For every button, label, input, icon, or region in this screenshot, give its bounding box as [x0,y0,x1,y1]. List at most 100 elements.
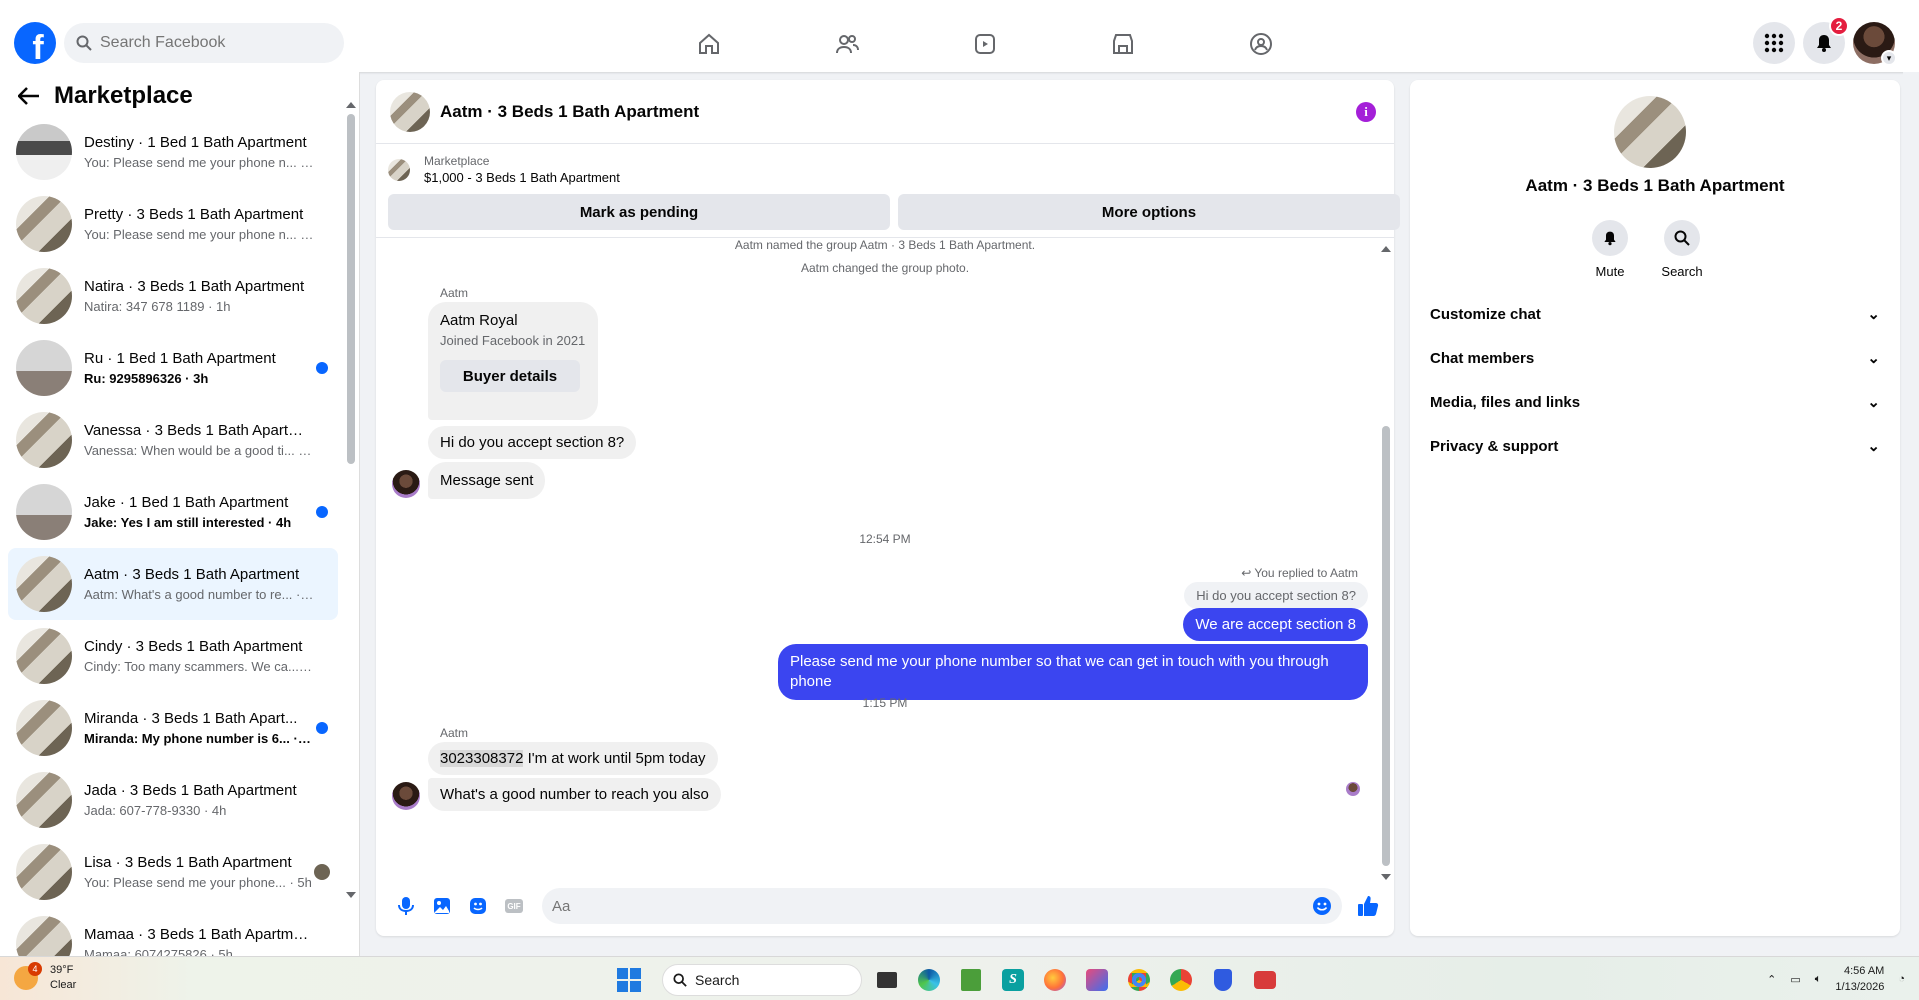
search-box[interactable] [64,23,344,63]
start-button[interactable] [612,963,646,997]
conversation-item[interactable]: Lisa · 3 Beds 1 Bath Apartment You: Pleas… [8,836,338,908]
message-composer: GIF [376,884,1394,928]
buyer-details-button[interactable]: Buyer details [440,360,580,392]
conversation-thumbnail [16,772,72,828]
facebook-logo[interactable]: f [14,22,56,64]
read-receipt-avatar [314,864,330,880]
notifications-button[interactable]: 2 [1803,16,1849,64]
taskbar-app-other[interactable] [1248,963,1282,997]
menu-button[interactable] [1753,22,1795,64]
nav-home[interactable] [640,16,778,72]
conversation-item[interactable]: Natira · 3 Beds 1 Bath Apartment Natira: … [8,260,338,332]
timestamp: 1:15 PM [862,696,908,710]
mark-as-pending-button[interactable]: Mark as pending [388,194,890,230]
scroll-up-arrow-icon[interactable] [1381,246,1391,252]
conversation-item[interactable]: Pretty · 3 Beds 1 Bath Apartment You: Ple… [8,188,338,260]
nav-friends[interactable] [778,16,916,72]
conversation-item[interactable]: Aatm · 3 Beds 1 Bath Apartment Aatm: What… [8,548,338,620]
scroll-down-arrow-icon[interactable] [1381,874,1391,880]
voice-clip-button[interactable] [388,888,424,924]
listing-price: $1,000 - 3 Beds 1 Bath Apartment [424,170,620,185]
unread-indicator [316,722,328,734]
my-message-bubble[interactable]: Please send me your phone number so that… [778,644,1368,700]
chat-profile-photo[interactable] [1614,96,1686,168]
network-icon[interactable]: ▭ [1790,973,1800,986]
conversation-item[interactable]: Ru · 1 Bed 1 Bath Apartment Ru: 929589632… [8,332,338,404]
buyer-joined: Joined Facebook in 2021 [440,333,586,348]
chat-title[interactable]: Aatm · 3 Beds 1 Bath Apartment [440,102,699,122]
conversation-item[interactable]: Destiny · 1 Bed 1 Bath Apartment You: Ple… [8,116,338,188]
speaker-icon[interactable]: 🔈︎ [1815,973,1822,986]
message-bubble[interactable]: What's a good number to reach you also [428,778,721,811]
listing-info[interactable]: Marketplace $1,000 - 3 Beds 1 Bath Apart… [388,154,620,185]
info-icon[interactable]: i [1356,102,1376,122]
sticker-button[interactable] [460,888,496,924]
nav-marketplace[interactable] [1054,16,1192,72]
scrollbar-thumb[interactable] [347,114,355,464]
conversation-name: Destiny · 1 Bed 1 Bath Apartment [84,134,307,151]
message-input[interactable] [552,897,1292,915]
taskbar-app-snip[interactable] [1080,963,1114,997]
notification-center-icon[interactable]: ◔ [1898,973,1905,985]
clock[interactable]: 4:56 AM 1/13/2026 [1835,963,1884,995]
conversation-item[interactable]: Cindy · 3 Beds 1 Bath Apartment Cindy: To… [8,620,338,692]
conversation-item[interactable]: Jake · 1 Bed 1 Bath Apartment Jake: Yes I… [8,476,338,548]
section-customize-chat[interactable]: Customize chat ⌄ [1424,292,1886,336]
section-label: Chat members [1430,349,1535,367]
page-scrollbar[interactable] [1903,72,1919,956]
chat-avatar[interactable] [390,91,430,132]
section-chat-members[interactable]: Chat members ⌄ [1424,336,1886,380]
taskbar-app-edge[interactable] [912,963,946,997]
scrollbar-thumb[interactable] [1382,426,1390,866]
attach-photo-button[interactable] [424,888,460,924]
taskbar-app-s[interactable]: S [996,963,1030,997]
chevron-up-icon[interactable]: ⌃ [1767,973,1776,986]
more-options-button[interactable]: More options [898,194,1400,230]
sidebar-scrollbar[interactable] [346,102,356,898]
message-input-wrapper[interactable] [542,888,1342,924]
taskbar-app-chrome-1[interactable] [1122,963,1156,997]
file-explorer-icon [877,972,897,988]
nav-groups[interactable] [1192,16,1330,72]
conversation-item[interactable]: Vanessa · 3 Beds 1 Bath Apartme... Vaness… [8,404,338,476]
message-bubble[interactable]: 3023308372 I'm at work until 5pm today [428,742,718,775]
back-arrow-icon[interactable] [18,87,40,105]
weather-widget[interactable]: 4 39°F Clear [14,962,76,993]
chat-scrollbar[interactable] [1381,246,1391,880]
scroll-down-arrow-icon[interactable] [346,892,356,898]
send-like-button[interactable] [1350,888,1386,924]
taskbar-app-notes[interactable] [954,963,988,997]
search-input[interactable] [100,34,320,52]
my-message-bubble[interactable]: We are accept section 8 [1183,608,1368,641]
mute-button[interactable]: Mute [1592,220,1628,279]
section-privacy-support[interactable]: Privacy & support ⌄ [1424,424,1886,468]
taskbar-app-vpn[interactable] [1206,963,1240,997]
weather-badge: 4 [28,962,42,976]
chat-info-actions: Mute Search [1592,220,1703,279]
chat-panel: Aatm · 3 Beds 1 Bath Apartment i Marketp… [376,80,1400,936]
nav-video[interactable] [916,16,1054,72]
conversation-name: Lisa · 3 Beds 1 Bath Apartment [84,854,292,871]
message-bubble[interactable]: Message sent [428,462,546,499]
conversation-item[interactable]: Jada · 3 Beds 1 Bath Apartment Jada: 607-… [8,764,338,836]
section-media-files-links[interactable]: Media, files and links ⌄ [1424,380,1886,424]
taskbar-app-chrome-2[interactable] [1164,963,1198,997]
message-bubble[interactable]: Hi do you accept section 8? [428,426,637,459]
sender-avatar[interactable] [392,470,420,498]
conversation-item[interactable]: Miranda · 3 Beds 1 Bath Apart... Miranda:… [8,692,338,764]
microphone-icon [398,897,414,915]
account-avatar[interactable]: ▾ [1853,22,1897,66]
top-navigation-bar: f 2 ▾ [0,0,1919,72]
search-in-chat-button[interactable]: Search [1661,220,1703,279]
quoted-message[interactable]: Hi do you accept section 8? [1184,582,1368,609]
scroll-up-arrow-icon[interactable] [346,102,356,108]
phone-number-highlight[interactable]: 3023308372 [440,750,524,767]
emoji-icon[interactable] [1312,896,1332,916]
taskbar-search[interactable]: Search [662,964,862,996]
conversation-preview: Jada: 607-778-9330 · 4h [84,803,227,818]
taskbar-app-firefox[interactable] [1038,963,1072,997]
sender-avatar[interactable] [392,782,420,810]
gif-button[interactable]: GIF [496,888,532,924]
conversation-name: Pretty · 3 Beds 1 Bath Apartment [84,206,304,223]
taskbar-app-files[interactable] [870,963,904,997]
